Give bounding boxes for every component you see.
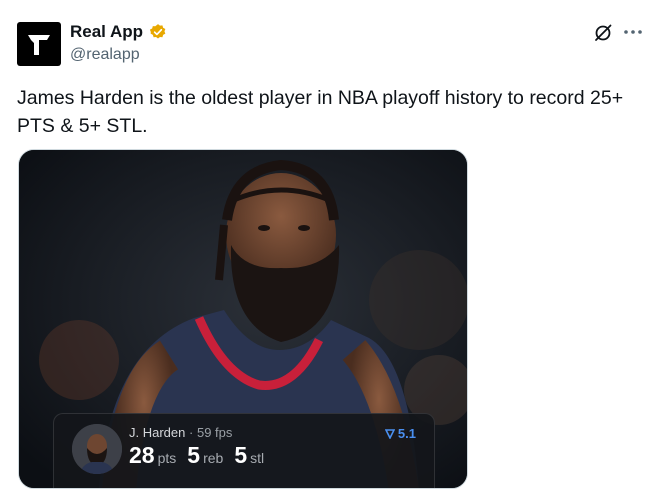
fps-value: 59 fps	[196, 425, 233, 440]
separator: ·	[189, 425, 194, 440]
stat-rebounds-unit: reb	[203, 450, 224, 466]
more-dots-icon[interactable]	[622, 22, 644, 42]
player-stat-card[interactable]: J. Harden · 59 fps 5.1 28 pts 5 reb 5 st…	[53, 413, 435, 488]
tweet-media[interactable]: J. Harden · 59 fps 5.1 28 pts 5 reb 5 st…	[18, 149, 468, 489]
player-thumbnail	[72, 424, 122, 474]
author-name-row: Real App	[70, 22, 167, 42]
tweet-text: James Harden is the oldest player in NBA…	[17, 87, 624, 137]
player-line: J. Harden · 59 fps	[129, 425, 232, 440]
author-display-name[interactable]: Real App	[70, 22, 143, 42]
stat-steals-unit: stl	[250, 450, 265, 466]
rating-arrow-icon	[384, 428, 395, 439]
rating-badge: 5.1	[384, 426, 416, 441]
grok-icon[interactable]	[593, 23, 613, 43]
stat-points-value: 28	[129, 442, 155, 468]
rating-value: 5.1	[397, 426, 416, 441]
author-avatar[interactable]	[17, 22, 61, 66]
player-avatar	[72, 424, 122, 474]
player-name: J. Harden	[129, 425, 186, 440]
stat-steals-value: 5	[234, 442, 248, 468]
stat-line: 28 pts 5 reb 5 stl	[129, 442, 275, 469]
stat-points-unit: pts	[157, 450, 177, 466]
author-handle[interactable]: @realapp	[70, 46, 140, 64]
real-app-logo-icon	[28, 35, 50, 55]
stat-rebounds-value: 5	[187, 442, 201, 468]
verified-badge-icon	[149, 24, 166, 39]
